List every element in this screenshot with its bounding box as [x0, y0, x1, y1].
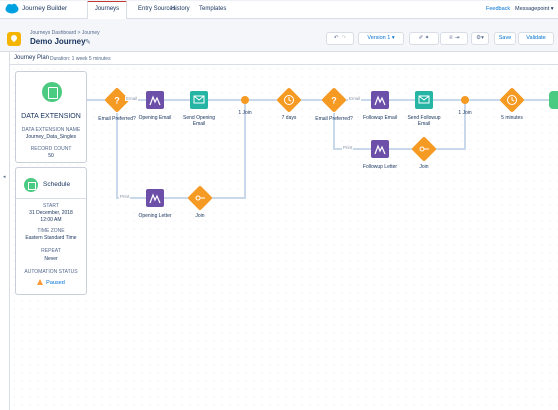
gear-menu-button[interactable]: ⚙▾: [471, 32, 489, 45]
journey-name: Demo Journey: [30, 37, 86, 46]
wait-7-days-icon: [277, 88, 301, 112]
tab-templates[interactable]: Templates: [199, 0, 226, 19]
join-dot-1-icon: [241, 96, 249, 104]
journey-canvas[interactable]: DATA EXTENSION DATA EXTENSION NAME Journ…: [10, 65, 558, 410]
opening-email-icon: [146, 91, 164, 109]
node-label-send-opening-email: Send Opening Email: [183, 115, 215, 127]
followup-email-icon: [371, 91, 389, 109]
node-label-send-followup-email: Send Followup Email: [407, 115, 441, 127]
node-label-followup-letter: Followup Letter: [362, 164, 398, 170]
join-dot-2-icon: [461, 96, 469, 104]
trophy-icon[interactable]: ♕: [448, 35, 453, 41]
node-label-join-1: 1 Join: [238, 110, 252, 116]
journey-header: Journeys Dashboard > Journey Demo Journe…: [0, 19, 558, 52]
node-label-followup-email: Followup Email: [363, 115, 397, 121]
feedback-link[interactable]: Feedback: [486, 6, 510, 12]
join-letter-1-icon: [188, 186, 212, 210]
top-nav: Journey Builder Journeys Entry Sources H…: [0, 0, 558, 19]
undo-redo-group: ↶ ↷: [326, 32, 354, 45]
chevron-down-icon: ▾: [481, 35, 484, 41]
validate-button[interactable]: Validate: [518, 32, 554, 45]
join-letter-2-icon: [412, 137, 436, 161]
save-button[interactable]: Save: [494, 32, 516, 45]
path-label-email-2: Email: [348, 96, 362, 101]
decision-email-preferred-2-icon: ?: [322, 88, 346, 112]
version-select[interactable]: Version 1 ▾: [358, 32, 404, 45]
breadcrumb[interactable]: Journeys Dashboard > Journey: [30, 30, 100, 36]
tools-group: ✐ ✦: [409, 32, 439, 45]
plan-title: Journey Plan: [14, 55, 50, 61]
send-followup-email-icon: [415, 91, 433, 109]
left-panel-handle[interactable]: ◂: [0, 52, 10, 410]
node-label-join-letter-2: Join: [419, 164, 429, 170]
actions-group: ♕ ⇥: [440, 32, 468, 45]
pen-icon[interactable]: ✐: [419, 35, 424, 41]
user-menu[interactable]: Messagepoint ▾: [515, 6, 554, 12]
svg-text:?: ?: [331, 96, 337, 106]
followup-letter-icon: [371, 140, 389, 158]
node-label-join-2: 1 Join: [458, 110, 472, 116]
chevron-down-icon: ▾: [391, 35, 395, 41]
edit-pencil-icon[interactable]: ✎: [85, 38, 91, 46]
send-opening-email-icon: [190, 91, 208, 109]
node-label-opening-email: Opening Email: [138, 115, 172, 121]
wait-5-minutes-icon: [500, 88, 524, 112]
app-title: Journey Builder: [22, 5, 68, 12]
path-label-print-1: Print: [119, 194, 131, 199]
node-label-7-days: 7 days: [281, 115, 297, 121]
path-label-email-1: Email: [125, 96, 139, 101]
version-label: Version 1: [367, 35, 391, 41]
collapse-arrow-icon: ◂: [3, 174, 6, 180]
export-icon[interactable]: ⇥: [455, 35, 460, 41]
tab-journeys[interactable]: Journeys: [87, 0, 127, 19]
opening-letter-icon: [146, 189, 164, 207]
redo-icon[interactable]: ↷: [342, 35, 347, 41]
user-name: Messagepoint: [515, 6, 550, 12]
node-label-join-letter-1: Join: [195, 213, 205, 219]
chevron-down-icon: ▾: [550, 6, 554, 12]
exit-node-icon: [549, 91, 558, 109]
undo-icon[interactable]: ↶: [334, 35, 339, 41]
plan-duration: Duration: 1 week 5 minutes: [50, 55, 111, 62]
salesforce-cloud-icon: [5, 3, 19, 14]
path-label-print-2: Print: [342, 145, 354, 150]
svg-text:?: ?: [114, 96, 120, 106]
node-label-opening-letter: Opening Letter: [138, 213, 172, 219]
tab-history[interactable]: History: [171, 0, 190, 19]
journey-plan-bar: Journey Plan Duration: 1 week 5 minutes: [10, 52, 558, 65]
journey-icon: [7, 32, 21, 46]
settings-icon[interactable]: ✦: [425, 35, 430, 41]
node-label-email-preferred-2: Email Preferred?: [315, 116, 353, 122]
node-label-5-minutes: 5 minutes: [501, 115, 523, 121]
